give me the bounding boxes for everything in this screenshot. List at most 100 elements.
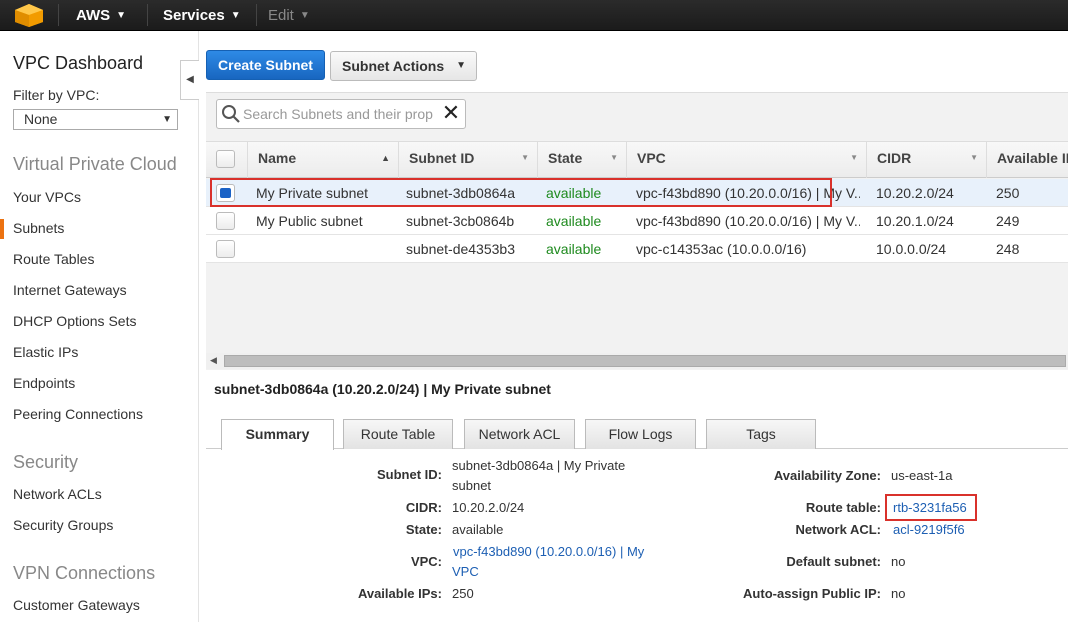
select-all-checkbox[interactable] [216, 150, 235, 168]
tab-summary[interactable]: Summary [221, 419, 334, 450]
column-header-state[interactable]: State ▼ [537, 142, 626, 178]
create-subnet-button[interactable]: Create Subnet [206, 50, 325, 80]
route-table-highlight [885, 494, 977, 521]
collapse-sidebar-button[interactable]: ◀ [180, 60, 199, 100]
column-header-label: Subnet ID [409, 150, 475, 166]
default-subnet-label: Default subnet: [786, 554, 881, 569]
cell-subnet-id: subnet-3cb0864b [406, 213, 515, 229]
chevron-down-icon: ▼ [230, 10, 241, 21]
table-row[interactable]: subnet-de4353b3 available vpc-c14353ac (… [206, 235, 1068, 263]
top-navigation-bar: AWS ▼ Services ▼ Edit ▼ [0, 0, 1068, 31]
availability-zone-value: us-east-1a [891, 468, 953, 483]
column-header-label: CIDR [877, 150, 912, 166]
chevron-down-icon: ▼ [116, 10, 127, 21]
column-header-cidr[interactable]: CIDR ▼ [866, 142, 986, 178]
subnet-actions-button[interactable]: Subnet Actions ▼ [330, 51, 477, 81]
selected-row-highlight [210, 178, 832, 207]
sort-ascending-icon: ▲ [381, 153, 390, 163]
active-item-indicator [0, 219, 4, 239]
sort-icon: ▼ [970, 153, 978, 162]
clear-search-icon[interactable]: ✕ [441, 102, 461, 125]
sort-icon: ▼ [610, 153, 618, 162]
column-header-label: VPC [637, 150, 666, 166]
cell-state: available [546, 241, 602, 257]
cidr-value: 10.20.2.0/24 [452, 500, 525, 515]
detail-title: subnet-3db0864a (10.20.2.0/24) | My Priv… [214, 381, 551, 397]
network-acl-link[interactable]: acl-9219f5f6 [893, 522, 965, 537]
edit-menu[interactable]: Edit ▼ [268, 7, 310, 24]
default-subnet-value: no [891, 554, 906, 569]
sidebar-item-network-acls[interactable]: Network ACLs [13, 486, 102, 502]
subnet-actions-label: Subnet Actions [342, 58, 445, 74]
vpc-label: VPC: [410, 554, 442, 569]
divider [147, 4, 148, 26]
chevron-down-icon: ▼ [299, 10, 310, 21]
available-ips-label: Available IPs: [357, 586, 442, 601]
sidebar-item-endpoints[interactable]: Endpoints [13, 375, 75, 391]
column-header-available-ip[interactable]: Available IP [986, 142, 1068, 178]
column-header-subnet-id[interactable]: Subnet ID ▼ [398, 142, 537, 178]
sort-icon: ▼ [521, 153, 529, 162]
column-header-label: Available IP [997, 150, 1068, 166]
sidebar-item-internet-gateways[interactable]: Internet Gateways [13, 282, 127, 298]
search-input[interactable]: Search Subnets and their prop ✕ [216, 99, 466, 129]
scroll-left-icon[interactable]: ◀ [210, 355, 217, 366]
tab-tags[interactable]: Tags [706, 419, 816, 449]
sort-icon: ▼ [850, 153, 858, 162]
edit-menu-label: Edit [268, 7, 294, 24]
cell-subnet-id: subnet-de4353b3 [406, 241, 515, 257]
cell-available-ips: 248 [996, 241, 1020, 257]
table-header: Name ▲ Subnet ID ▼ State ▼ VPC ▼ CIDR ▼ Avail… [206, 141, 1068, 178]
section-vpn-connections: VPN Connections [13, 563, 156, 583]
vpc-link-cont[interactable]: VPC [452, 564, 479, 579]
sidebar-item-customer-gateways[interactable]: Customer Gateways [13, 597, 140, 613]
filter-by-vpc-label: Filter by VPC: [13, 87, 100, 103]
cell-name: My Public subnet [256, 213, 363, 229]
divider [58, 4, 59, 26]
search-placeholder: Search Subnets and their prop [243, 106, 433, 122]
tab-network-acl[interactable]: Network ACL [464, 419, 575, 449]
column-header-name[interactable]: Name ▲ [247, 142, 398, 178]
aws-menu[interactable]: AWS ▼ [76, 7, 126, 24]
section-security: Security [13, 452, 79, 472]
column-header-vpc[interactable]: VPC ▼ [626, 142, 866, 178]
services-menu[interactable]: Services ▼ [163, 7, 241, 24]
table-row[interactable]: My Public subnet subnet-3cb0864b availab… [206, 207, 1068, 235]
route-table-label: Route table: [805, 500, 881, 515]
sidebar-item-dhcp-options-sets[interactable]: DHCP Options Sets [13, 313, 136, 329]
dropdown-arrow-icon: ▼ [162, 114, 172, 125]
vpc-link[interactable]: vpc-f43bd890 (10.20.0.0/16) | My [453, 544, 644, 559]
aws-cube-logo-icon[interactable] [12, 3, 46, 28]
cell-state: available [546, 213, 602, 229]
filter-by-vpc-value: None [24, 111, 58, 127]
state-value: available [452, 522, 504, 537]
sidebar-item-route-tables[interactable]: Route Tables [13, 251, 94, 267]
cell-vpc: vpc-f43bd890 (10.20.0.0/16) | My V... [636, 213, 860, 229]
subnet-id-value: subnet-3db0864a | My Private [452, 458, 626, 473]
available-ips-value: 250 [452, 586, 474, 601]
cell-available-ips: 249 [996, 213, 1020, 229]
scrollbar-thumb[interactable] [224, 355, 1066, 367]
sidebar-item-peering-connections[interactable]: Peering Connections [13, 406, 143, 422]
subnet-id-label: Subnet ID: [377, 467, 442, 482]
sidebar-item-subnets[interactable]: Subnets [13, 220, 64, 236]
sidebar-item-your-vpcs[interactable]: Your VPCs [13, 189, 81, 205]
sidebar-item-elastic-ips[interactable]: Elastic IPs [13, 344, 78, 360]
tab-route-table[interactable]: Route Table [343, 419, 453, 449]
availability-zone-label: Availability Zone: [773, 468, 881, 483]
cell-name [256, 235, 396, 263]
row-checkbox[interactable] [216, 212, 235, 230]
chevron-left-icon: ◀ [186, 74, 194, 85]
subnet-id-value-cont: subnet [452, 478, 492, 493]
row-checkbox[interactable] [216, 240, 235, 258]
tab-flow-logs[interactable]: Flow Logs [585, 419, 696, 449]
cidr-label: CIDR: [405, 500, 442, 515]
divider [256, 4, 257, 26]
sidebar-item-security-groups[interactable]: Security Groups [13, 517, 113, 533]
aws-menu-label: AWS [76, 7, 111, 24]
filter-by-vpc-select[interactable]: None ▼ [13, 109, 178, 130]
horizontal-scrollbar[interactable]: ◀ [206, 353, 1068, 369]
auto-assign-public-ip-value: no [891, 586, 906, 601]
sidebar-title[interactable]: VPC Dashboard [13, 53, 143, 74]
column-header-label: Name [258, 150, 297, 166]
